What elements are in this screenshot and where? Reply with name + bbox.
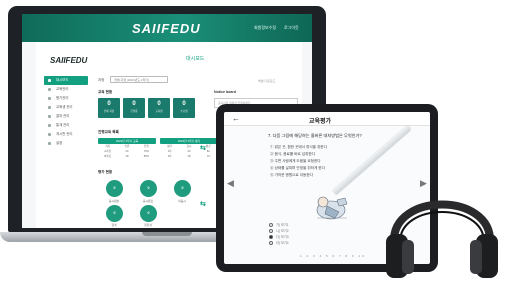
- scroll-arrow-icon: ⇆: [200, 145, 206, 152]
- sidebar-item-evaluation[interactable]: 평가관리: [44, 94, 88, 103]
- board-icon: [48, 133, 51, 136]
- sidebar-item-education[interactable]: 교육관리: [44, 85, 88, 94]
- gear-icon: [48, 142, 51, 145]
- book-icon: [48, 88, 51, 91]
- filter-label: 과정: [98, 78, 105, 82]
- stat-card-students: 0 교육생: [148, 98, 170, 118]
- sidebar-item-stats[interactable]: 통계 관리: [44, 121, 88, 130]
- answer-choice[interactable]: 나) 보기2: [269, 228, 289, 234]
- stat-circle-label: 불합격: [144, 224, 152, 227]
- checklist-icon: [48, 97, 51, 100]
- stat-circle-absent: 0: [174, 180, 191, 197]
- section-title-table: 진행교육 목록: [98, 130, 119, 134]
- question-illustration: [316, 196, 348, 220]
- option-item: ⑤ 가까운 병원으로 이동한다: [270, 173, 313, 177]
- option-item: ② 음식, 음료를 바로 섭취한다: [270, 152, 315, 156]
- section-title-circles: 평가 현황: [98, 170, 113, 174]
- pagination[interactable]: 1 2 3 4 5 6 7 8 9 10: [300, 254, 366, 258]
- sidebar-item-board[interactable]: 게시판 관리: [44, 130, 88, 139]
- answer-choice-selected[interactable]: 다) 보기3: [269, 234, 289, 240]
- tablet-title: 교육평가: [309, 119, 332, 125]
- notice-title: Notice board: [214, 90, 236, 94]
- stat-circle-target: 0: [106, 180, 123, 197]
- stat-card-ongoing: 0 진행중: [123, 98, 145, 118]
- stat-circle-done: 0: [140, 180, 157, 197]
- header-link-logout[interactable]: 로그아웃: [284, 25, 299, 31]
- section-title-status: 교육 현황: [98, 90, 113, 94]
- chart-icon: [48, 124, 51, 127]
- stat-circle-fail: 0: [140, 205, 157, 222]
- table-row: B과정 18 55%: [104, 155, 149, 158]
- laptop-notch: [142, 232, 192, 236]
- stat-circle-label: 응시완료: [143, 200, 153, 203]
- sidebar-item-students[interactable]: 교육생 관리: [44, 103, 88, 112]
- back-arrow-icon[interactable]: ←: [232, 114, 240, 123]
- stat-circle-pass: 0: [106, 205, 123, 222]
- option-item: ① 밝은 곳, 환한 곳에서 휴식을 취한다: [270, 145, 327, 149]
- scroll-arrow-icon: ⇆: [200, 201, 206, 208]
- sidebar-item-settings[interactable]: 설정: [44, 139, 88, 148]
- header-link-profile[interactable]: 회원정보수정: [254, 25, 276, 31]
- stat-circle-label: 합격: [111, 224, 117, 227]
- excel-download-link[interactable]: 엑셀 다운로드: [258, 79, 275, 83]
- table-row: 2차 18 76: [167, 155, 210, 158]
- stat-card-completed: 0 수료생: [173, 98, 195, 118]
- course-select[interactable]: 전체 과정 (2024년도 2학기): [110, 76, 169, 83]
- tablet-header: ← 교육평가: [224, 112, 430, 126]
- course-table-2: 2024년 2학기 평가 평가 응시 평균 1차 20 82 2차 18 76: [160, 138, 218, 159]
- sidebar-item-results[interactable]: 결과 관리: [44, 112, 88, 121]
- radio-button[interactable]: [269, 229, 273, 234]
- radio-button[interactable]: [269, 241, 273, 246]
- prev-page-icon[interactable]: ◀: [227, 178, 234, 189]
- sidebar-logo: SAIIFEDU: [50, 56, 88, 65]
- answer-choice[interactable]: 라) 보기4: [269, 240, 289, 246]
- user-icon: [48, 106, 51, 109]
- sidebar-item-dashboard[interactable]: 대시보드: [44, 76, 88, 85]
- option-item: ③ 주변 사람에게 도움을 요청한다: [270, 159, 321, 163]
- course-filter: 과정 전체 과정 (2024년도 2학기): [98, 76, 169, 83]
- result-icon: [48, 115, 51, 118]
- radio-button[interactable]: [269, 223, 273, 228]
- sidebar-menu: 대시보드 교육관리 평가관리 교육생 관리 결과 관리 통계 관리 게시판 관리…: [44, 76, 88, 148]
- course-table-1: 2024년 2학기 교육 과정 인원 진행 A과정 20 70% B과정 18 55%: [98, 138, 156, 159]
- question-text: 7. 다음 그림에 해당하는 올바른 대처방법은 무엇인가?: [268, 133, 362, 138]
- stat-circle-label: 미응시: [178, 200, 186, 203]
- stat-circle-label: 응시대상: [109, 200, 119, 203]
- option-item: ④ 상태를 살피며 안정을 취하게 한다: [270, 166, 325, 170]
- headphones-icon: [386, 200, 498, 278]
- stat-card-total: 0 전체 과정: [98, 98, 120, 118]
- app-header: SAIIFEDU 회원정보수정 로그아웃: [22, 14, 312, 42]
- dashboard-icon: [48, 79, 51, 82]
- answer-choice[interactable]: 가) 보기1: [269, 222, 289, 228]
- radio-button-checked[interactable]: [269, 235, 273, 240]
- page-title: 대시보드: [186, 56, 205, 62]
- app-title: SAIIFEDU: [132, 21, 201, 36]
